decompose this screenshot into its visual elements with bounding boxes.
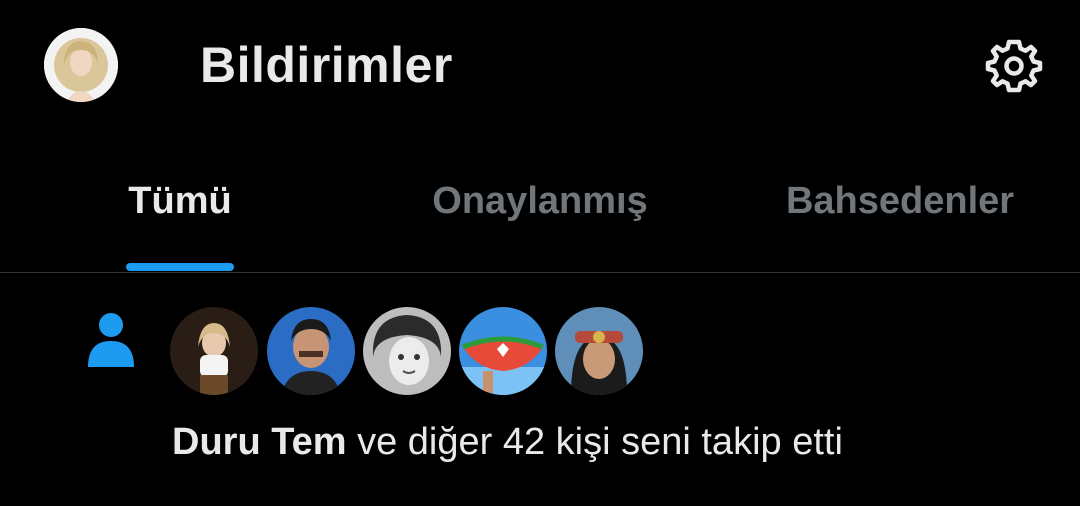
follow-notification[interactable]: Duru Tem ve diğer 42 kişi seni takip ett… — [0, 273, 1080, 506]
actor-name[interactable]: Duru Tem — [172, 421, 347, 463]
follower-avatar[interactable] — [170, 307, 258, 395]
person-icon — [86, 311, 136, 367]
notification-text: Duru Tem ve diğer 42 kişi seni takip ett… — [172, 421, 843, 464]
page-title: Bildirimler — [200, 37, 453, 93]
notification-message: ve diğer 42 kişi seni takip etti — [346, 421, 843, 463]
follower-avatar[interactable] — [459, 307, 547, 395]
active-tab-indicator — [126, 263, 234, 271]
notification-tabs: Tümü Onaylanmış Bahsedenler — [0, 138, 1080, 272]
follower-avatar[interactable] — [363, 307, 451, 395]
profile-avatar[interactable] — [44, 28, 118, 102]
follower-avatar[interactable] — [267, 307, 355, 395]
top-bar: Bildirimler — [0, 0, 1080, 138]
tab-mentions-label: Bahsedenler — [785, 179, 1015, 222]
gear-icon[interactable] — [984, 36, 1044, 96]
tab-verified-label: Onaylanmış — [432, 179, 648, 222]
tab-all[interactable]: Tümü — [0, 138, 360, 272]
tab-verified[interactable]: Onaylanmış — [360, 138, 720, 272]
tab-mentions[interactable]: Bahsedenler — [720, 138, 1080, 272]
follower-avatar[interactable] — [555, 307, 643, 395]
tab-all-label: Tümü — [128, 179, 232, 222]
